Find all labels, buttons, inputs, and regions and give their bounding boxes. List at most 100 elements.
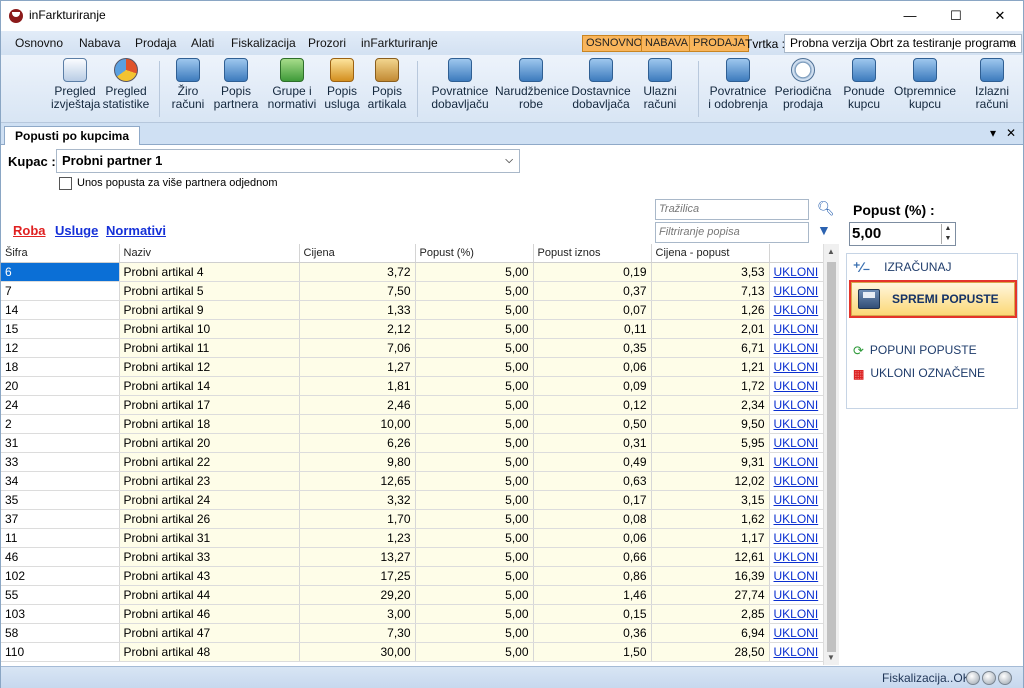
cell-ukloni[interactable]: UKLONI: [769, 547, 823, 567]
ukloni-link[interactable]: UKLONI: [774, 569, 819, 583]
cell-ukloni[interactable]: UKLONI: [769, 566, 823, 586]
toolbar-button-pregled-izvjestaja[interactable]: Pregled izvještaja: [51, 58, 100, 111]
toolbar-button-izlazni-racuni[interactable]: Izlazni računi: [967, 58, 1017, 111]
menu-nabava[interactable]: Nabava: [79, 36, 120, 50]
cell-popust-posto[interactable]: 5,00: [415, 395, 534, 415]
filter-roba-link[interactable]: Roba: [13, 223, 46, 238]
scroll-thumb[interactable]: [827, 262, 836, 652]
ukloni-link[interactable]: UKLONI: [774, 626, 819, 640]
toolbar-button-ponude-kupcu[interactable]: Ponude kupcu: [839, 58, 889, 111]
cell-ukloni[interactable]: UKLONI: [769, 376, 823, 396]
cell-popust-posto[interactable]: 5,00: [415, 319, 534, 339]
toolbar-button-dostavnice-dobavljaca[interactable]: Dostavnice dobavljača: [571, 58, 631, 111]
table-row[interactable]: 46 Probni artikal 33 13,27 5,00 0,66 12,61 UKL…: [1, 547, 823, 567]
cell-popust-posto[interactable]: 5,00: [415, 433, 534, 453]
ukloni-link[interactable]: UKLONI: [774, 512, 819, 526]
table-row[interactable]: 12 Probni artikal 11 7,06 5,00 0,35 6,71 UKLON…: [1, 338, 823, 358]
filter-normativi-link[interactable]: Normativi: [106, 223, 166, 238]
mode-tag-prodaja[interactable]: PRODAJA: [689, 35, 749, 52]
table-row[interactable]: 7 Probni artikal 5 7,50 5,00 0,37 7,13 UKLONI: [1, 281, 823, 301]
table-scrollbar[interactable]: ▲ ▼: [823, 244, 839, 665]
col-header-popust-iznos[interactable]: Popust iznos: [533, 244, 652, 263]
toolbar-button-povratnice-dobavljacu[interactable]: Povratnice dobavljaču: [429, 58, 491, 111]
cell-popust-posto[interactable]: 5,00: [415, 604, 534, 624]
table-row[interactable]: 18 Probni artikal 12 1,27 5,00 0,06 1,21 UKLON…: [1, 357, 823, 377]
ukloni-link[interactable]: UKLONI: [774, 398, 819, 412]
toolbar-button-popis-usluga[interactable]: Popis usluga: [323, 58, 361, 111]
ukloni-link[interactable]: UKLONI: [774, 474, 819, 488]
table-row[interactable]: 33 Probni artikal 22 9,80 5,00 0,49 9,31 UKLON…: [1, 452, 823, 472]
ukloni-link[interactable]: UKLONI: [774, 436, 819, 450]
cell-popust-posto[interactable]: 5,00: [415, 566, 534, 586]
menu-prozori[interactable]: Prozori: [308, 36, 346, 50]
cell-popust-posto[interactable]: 5,00: [415, 642, 534, 662]
filter-usluge-link[interactable]: Usluge: [55, 223, 98, 238]
cell-popust-posto[interactable]: 5,00: [415, 452, 534, 472]
scroll-down-icon[interactable]: ▼: [827, 653, 835, 662]
toolbar-button-narudzbenice-robe[interactable]: Narudžbenice robe: [495, 58, 569, 111]
toolbar-button-grupe-normativi[interactable]: Grupe i normativi: [266, 58, 318, 111]
cell-ukloni[interactable]: UKLONI: [769, 452, 823, 472]
cell-ukloni[interactable]: UKLONI: [769, 585, 823, 605]
popust-input[interactable]: 5,00 ▲ ▼: [849, 222, 956, 246]
cell-popust-posto[interactable]: 5,00: [415, 338, 534, 358]
ukloni-oznacene-button[interactable]: ▦ UKLONI OZNAČENE: [853, 366, 985, 381]
ukloni-link[interactable]: UKLONI: [774, 360, 819, 374]
filter-funnel-icon[interactable]: ▼: [817, 222, 831, 238]
cell-popust-posto[interactable]: 5,00: [415, 262, 534, 282]
table-row[interactable]: 15 Probni artikal 10 2,12 5,00 0,11 2,01 UKLON…: [1, 319, 823, 339]
menu-infarkturiranje[interactable]: inFarkturiranje: [361, 36, 438, 50]
table-row[interactable]: 6 Probni artikal 4 3,72 5,00 0,19 3,53 UKLONI: [1, 262, 823, 282]
cell-ukloni[interactable]: UKLONI: [769, 528, 823, 548]
table-row[interactable]: 35 Probni artikal 24 3,32 5,00 0,17 3,15 UKLON…: [1, 490, 823, 510]
cell-ukloni[interactable]: UKLONI: [769, 433, 823, 453]
ukloni-link[interactable]: UKLONI: [774, 645, 819, 659]
cell-popust-posto[interactable]: 5,00: [415, 547, 534, 567]
ukloni-link[interactable]: UKLONI: [774, 284, 819, 298]
ukloni-link[interactable]: UKLONI: [774, 265, 819, 279]
popuni-popuste-button[interactable]: ⟳ POPUNI POPUSTE: [853, 343, 977, 359]
cell-popust-posto[interactable]: 5,00: [415, 414, 534, 434]
cell-ukloni[interactable]: UKLONI: [769, 281, 823, 301]
ukloni-link[interactable]: UKLONI: [774, 322, 819, 336]
toolbar-button-periodicna-prodaja[interactable]: Periodična prodaja: [773, 58, 833, 111]
col-header-naziv[interactable]: Naziv: [119, 244, 300, 263]
mode-tag-nabava[interactable]: NABAVA: [641, 35, 692, 52]
menu-alati[interactable]: Alati: [191, 36, 214, 50]
search-input[interactable]: Tražilica: [655, 199, 809, 220]
toolbar-button-povratnice-odobrenja[interactable]: Povratnice i odobrenja: [707, 58, 769, 111]
tab-popusti-po-kupcima[interactable]: Popusti po kupcima: [4, 126, 141, 146]
spremi-popuste-button[interactable]: SPREMI POPUSTE: [851, 282, 1015, 316]
cell-ukloni[interactable]: UKLONI: [769, 395, 823, 415]
minimize-button[interactable]: —: [887, 1, 933, 31]
maximize-button[interactable]: ☐: [933, 1, 979, 31]
ukloni-link[interactable]: UKLONI: [774, 303, 819, 317]
cell-popust-posto[interactable]: 5,00: [415, 357, 534, 377]
cell-popust-posto[interactable]: 5,00: [415, 471, 534, 491]
toolbar-button-pregled-statistike[interactable]: Pregled statistike: [102, 58, 150, 111]
table-row[interactable]: 11 Probni artikal 31 1,23 5,00 0,06 1,17 UKLON…: [1, 528, 823, 548]
toolbar-button-otpremnice-kupcu[interactable]: Otpremnice kupcu: [894, 58, 956, 111]
table-row[interactable]: 34 Probni artikal 23 12,65 5,00 0,63 12,02 UKL…: [1, 471, 823, 491]
cell-popust-posto[interactable]: 5,00: [415, 490, 534, 510]
table-row[interactable]: 2 Probni artikal 18 10,00 5,00 0,50 9,50 UKLON…: [1, 414, 823, 434]
toolbar-button-popis-artikala[interactable]: Popis artikala: [366, 58, 408, 111]
table-row[interactable]: 110 Probni artikal 48 30,00 5,00 1,50 28,50 UK…: [1, 642, 823, 662]
ukloni-link[interactable]: UKLONI: [774, 341, 819, 355]
menu-osnovno[interactable]: Osnovno: [15, 36, 63, 50]
cell-ukloni[interactable]: UKLONI: [769, 414, 823, 434]
ukloni-link[interactable]: UKLONI: [774, 455, 819, 469]
popust-spinner[interactable]: ▲ ▼: [941, 224, 954, 244]
ukloni-link[interactable]: UKLONI: [774, 550, 819, 564]
tab-menu-icon[interactable]: ▾: [990, 126, 996, 140]
col-header-sifra[interactable]: Šifra: [1, 244, 120, 263]
cell-ukloni[interactable]: UKLONI: [769, 509, 823, 529]
ukloni-link[interactable]: UKLONI: [774, 588, 819, 602]
cell-popust-posto[interactable]: 5,00: [415, 281, 534, 301]
cell-popust-posto[interactable]: 5,00: [415, 376, 534, 396]
menu-prodaja[interactable]: Prodaja: [135, 36, 176, 50]
cell-popust-posto[interactable]: 5,00: [415, 300, 534, 320]
company-select[interactable]: Probna verzija Obrt za testiranje progra…: [784, 34, 1022, 53]
izracunaj-button[interactable]: ⁺∕₋ IZRAČUNAJ: [853, 259, 951, 276]
kupac-select[interactable]: Probni partner 1 ⌵: [56, 149, 520, 173]
